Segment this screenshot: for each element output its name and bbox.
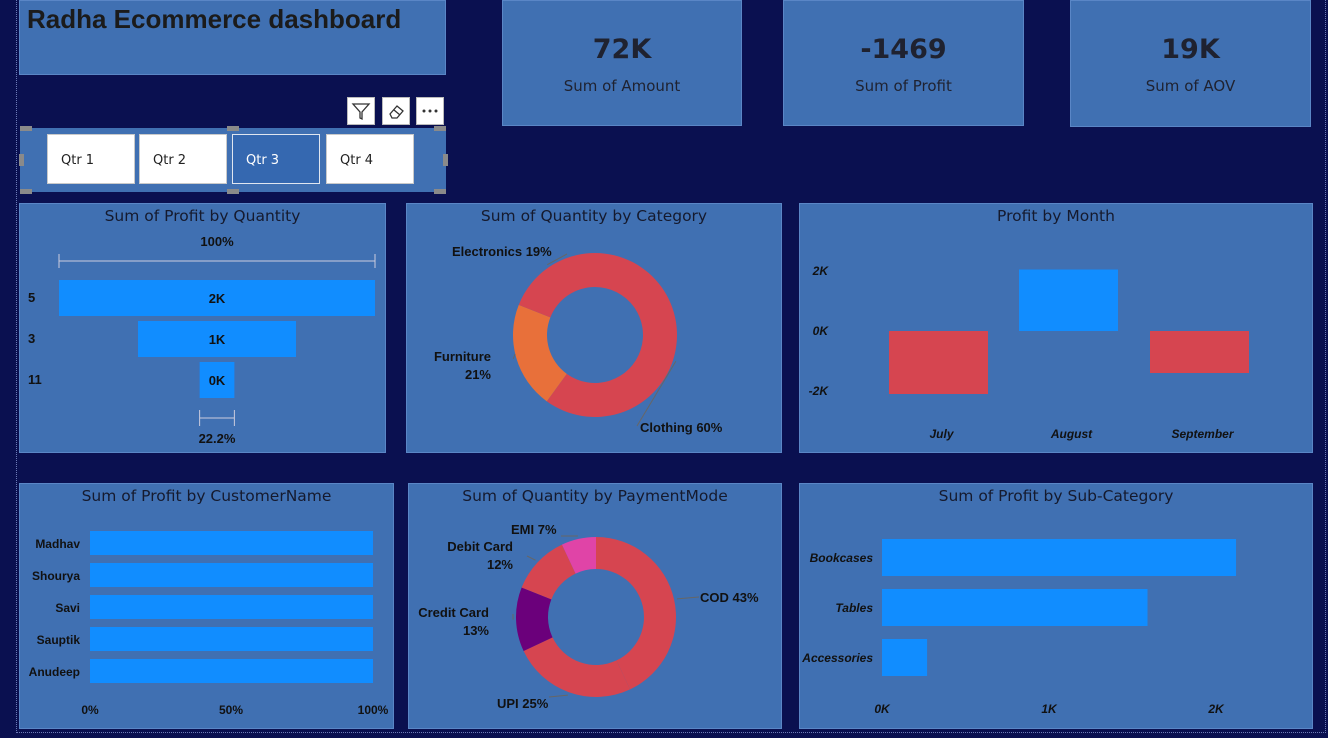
customer-bar[interactable] — [90, 659, 373, 683]
slice-label: Furniture — [434, 349, 491, 364]
subcategory-bar-chart[interactable]: Bookcases Tables Accessories 0K 1K 2K — [800, 484, 1314, 730]
funnel-category-label: 11 — [28, 372, 42, 387]
funnel-data-label: 2K — [209, 291, 226, 306]
x-tick-label: August — [1050, 427, 1093, 441]
slicer-item-qtr3[interactable]: Qtr 3 — [232, 134, 320, 184]
subcategory-bar[interactable] — [882, 539, 1237, 576]
kpi-value: 19K — [1161, 34, 1220, 65]
slice-label: UPI 25% — [497, 696, 549, 711]
y-tick-label: Anudeep — [29, 665, 80, 679]
customer-bar[interactable] — [90, 627, 373, 651]
customer-bar-card[interactable]: Sum of Profit by CustomerName Madhav Shou… — [19, 483, 394, 729]
customer-bar[interactable] — [90, 563, 373, 587]
funnel-chart[interactable]: 100% 2K 5 1K 3 0K 11 22.2% — [20, 204, 387, 454]
funnel-data-label: 1K — [209, 332, 226, 347]
slice-label: Debit Card — [447, 539, 513, 554]
y-tick-label: 0K — [813, 324, 830, 338]
slice-label: 12% — [487, 557, 513, 572]
leader-line — [512, 353, 516, 359]
resize-handle[interactable] — [20, 126, 32, 131]
donut-slice-electronics[interactable] — [518, 253, 595, 318]
resize-handle[interactable] — [227, 126, 239, 131]
month-bar[interactable] — [889, 331, 988, 394]
slice-label: COD 43% — [700, 590, 759, 605]
customer-bar-chart[interactable]: Madhav Shourya Savi Sauptik Anudeep 0% 50% 100% — [20, 484, 395, 730]
resize-handle[interactable] — [434, 189, 446, 194]
leader-line — [526, 555, 536, 561]
funnel-category-label: 3 — [28, 331, 35, 346]
y-tick-label: Madhav — [35, 537, 80, 551]
y-tick-label: Shourya — [32, 569, 80, 583]
slicer-item-qtr4[interactable]: Qtr 4 — [326, 134, 414, 184]
funnel-top-label: 100% — [200, 234, 234, 249]
donut-slice-upi[interactable] — [523, 637, 631, 697]
kpi-card-amount[interactable]: 72K Sum of Amount — [502, 0, 742, 126]
slice-label: Electronics 19% — [452, 244, 552, 259]
y-tick-label: Bookcases — [810, 551, 874, 565]
category-donut-chart[interactable]: Clothing 60% Furniture 21% Electronics 19% — [407, 204, 783, 454]
y-tick-label: Sauptik — [37, 633, 81, 647]
x-tick-label: 2K — [1207, 702, 1225, 716]
slice-label: EMI 7% — [511, 522, 557, 537]
filter-icon[interactable] — [347, 97, 375, 125]
kpi-label: Sum of AOV — [1145, 77, 1236, 95]
x-tick-label: 0K — [874, 702, 891, 716]
kpi-label: Sum of Profit — [855, 77, 952, 95]
eraser-icon[interactable] — [382, 97, 410, 125]
title-card: Radha Ecommerce dashboard — [19, 0, 446, 75]
resize-handle[interactable] — [443, 154, 448, 166]
profit-by-month-card[interactable]: Profit by Month 2K 0K -2K July August Septemb… — [799, 203, 1313, 453]
kpi-value: -1469 — [860, 34, 947, 65]
resize-handle[interactable] — [20, 189, 32, 194]
slice-label: Clothing 60% — [640, 420, 723, 435]
profit-by-month-chart[interactable]: 2K 0K -2K July August September — [800, 204, 1314, 454]
kpi-card-aov[interactable]: 19K Sum of AOV — [1070, 0, 1311, 127]
more-options-icon[interactable] — [416, 97, 444, 125]
month-bar[interactable] — [1019, 269, 1118, 332]
kpi-label: Sum of Amount — [563, 77, 681, 95]
funnel-bottom-label: 22.2% — [199, 431, 236, 446]
quarter-slicer[interactable]: Qtr 1 Qtr 2 Qtr 3 Qtr 4 — [20, 128, 446, 192]
category-donut-card[interactable]: Sum of Quantity by Category Clothing 60%… — [406, 203, 782, 453]
slice-label: 21% — [465, 367, 491, 382]
x-tick-label: 50% — [219, 703, 243, 717]
leader-line — [676, 596, 700, 600]
y-tick-label: Tables — [835, 601, 873, 615]
x-tick-label: 100% — [358, 703, 389, 717]
y-tick-label: Savi — [55, 601, 80, 615]
resize-handle[interactable] — [227, 189, 239, 194]
resize-handle[interactable] — [434, 126, 446, 131]
funnel-category-label: 5 — [28, 290, 35, 305]
customer-bar[interactable] — [90, 595, 373, 619]
y-tick-label: -2K — [809, 384, 830, 398]
dashboard-title: Radha Ecommerce dashboard — [27, 4, 402, 34]
funnel-data-label: 0K — [209, 373, 226, 388]
customer-bar[interactable] — [90, 531, 373, 555]
y-tick-label: 2K — [812, 264, 830, 278]
slice-label: Credit Card — [418, 605, 489, 620]
x-tick-label: 1K — [1041, 702, 1058, 716]
slicer-item-qtr2[interactable]: Qtr 2 — [139, 134, 227, 184]
resize-handle[interactable] — [19, 154, 24, 166]
kpi-card-profit[interactable]: -1469 Sum of Profit — [783, 0, 1024, 126]
month-bar[interactable] — [1150, 331, 1249, 373]
payment-donut-chart[interactable]: COD 43% UPI 25% Credit Card 13% Debit Card 12… — [409, 484, 783, 730]
x-tick-label: September — [1171, 427, 1234, 441]
leader-line — [548, 694, 568, 698]
funnel-chart-card[interactable]: Sum of Profit by Quantity 100% 2K 5 1K 3 0K 11… — [19, 203, 386, 453]
x-tick-label: July — [929, 427, 954, 441]
slice-label: 13% — [463, 623, 489, 638]
x-tick-label: 0% — [81, 703, 99, 717]
subcategory-bar[interactable] — [882, 589, 1148, 626]
slicer-item-qtr1[interactable]: Qtr 1 — [47, 134, 135, 184]
subcategory-bar[interactable] — [882, 639, 928, 676]
payment-donut-card[interactable]: Sum of Quantity by PaymentMode COD 43% UP… — [408, 483, 782, 729]
kpi-value: 72K — [592, 34, 652, 65]
y-tick-label: Accessories — [801, 651, 873, 665]
subcategory-bar-card[interactable]: Sum of Profit by Sub-Category Bookcases T… — [799, 483, 1313, 729]
